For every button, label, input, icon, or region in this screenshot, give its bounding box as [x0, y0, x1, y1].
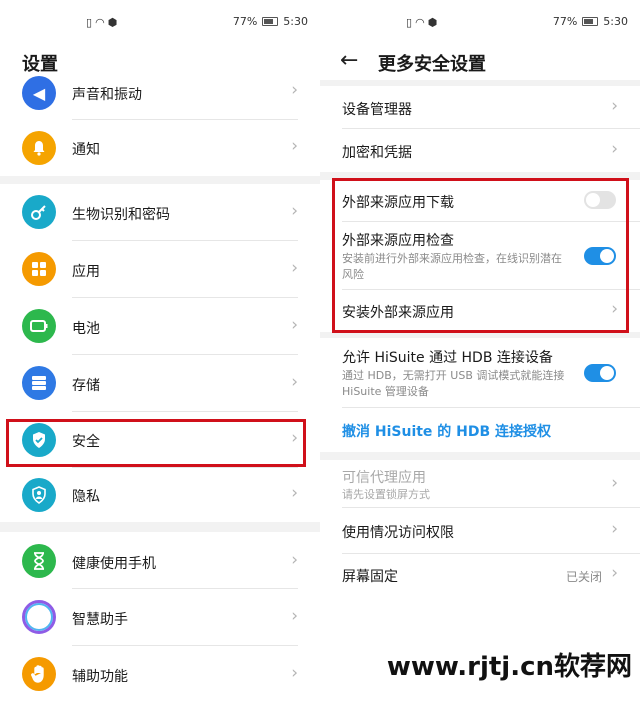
speaker-icon: ◀ [22, 76, 56, 110]
item-label: 隐私 [72, 489, 100, 505]
item-label: 电池 [72, 321, 100, 337]
highlight-box-security [6, 419, 306, 467]
chevron-right-icon: › [611, 96, 618, 116]
chevron-right-icon: › [611, 563, 618, 583]
revoke-hdb-link[interactable]: 撤消 HiSuite 的 HDB 连接授权 [342, 421, 551, 441]
chevron-right-icon: › [291, 136, 298, 156]
page-title: 更多安全设置 [378, 54, 486, 75]
sidebar-item-notification[interactable]: 通知 › [0, 120, 320, 176]
security-group-1: 设备管理器 › 加密和凭据 › [320, 86, 640, 172]
item-sublabel: 通过 HDB，无需打开 USB 调试模式就能连接 HiSuite 管理设备 [342, 369, 565, 398]
item-label: 生物识别和密码 [72, 207, 170, 223]
chevron-right-icon: › [291, 258, 298, 278]
chevron-right-icon: › [291, 315, 298, 335]
item-label: 屏幕固定 [342, 569, 398, 585]
wifi-icon: ◠ [95, 16, 105, 29]
key-icon [22, 195, 56, 229]
storage-icon [22, 366, 56, 400]
chevron-right-icon: › [611, 473, 618, 493]
usage-access-row[interactable]: 使用情况访问权限 › [320, 508, 640, 554]
revoke-hdb-row[interactable]: 撤消 HiSuite 的 HDB 连接授权 [320, 408, 640, 452]
hisuite-hdb-toggle[interactable] [584, 364, 616, 382]
item-sublabel: 请先设置锁屏方式 [342, 488, 430, 501]
settings-header: 设置 [0, 44, 320, 80]
security-group-3: 允许 HiSuite 通过 HDB 连接设备 通过 HDB，无需打开 USB 调… [320, 338, 640, 452]
sidebar-item-battery[interactable]: 电池 › [0, 298, 320, 355]
item-label: 设备管理器 [342, 102, 412, 118]
chevron-right-icon: › [291, 663, 298, 683]
page-title: 设置 [22, 54, 58, 75]
battery-percent: 77% [232, 15, 258, 28]
watermark: www.rjtj.cn软荐网 [386, 652, 632, 682]
hisuite-hdb-row[interactable]: 允许 HiSuite 通过 HDB 连接设备 通过 HDB，无需打开 USB 调… [320, 338, 640, 408]
status-bar: ▯ ◠ ⬢ 77% 5:30 [0, 0, 320, 44]
item-label: 存储 [72, 378, 100, 394]
sidebar-item-digital-balance[interactable]: 健康使用手机 › [0, 532, 320, 589]
sidebar-item-sound[interactable]: ◀ 声音和振动 › [0, 76, 320, 120]
battery-icon [262, 17, 279, 26]
device-manager-row[interactable]: 设备管理器 › [320, 86, 640, 129]
sim-icon: ▯ [406, 16, 413, 29]
shield-icon: ⬢ [107, 16, 118, 29]
item-label: 声音和振动 [72, 87, 142, 103]
clock: 5:30 [283, 15, 308, 28]
screen-pinning-row[interactable]: 屏幕固定 已关闭 › [320, 554, 640, 600]
chevron-right-icon: › [611, 139, 618, 159]
settings-group-2: 生物识别和密码 › 应用 › 电池 › 存储 › 安全 › 隐私 › [0, 184, 320, 522]
assistant-ring-icon [22, 600, 56, 634]
chevron-right-icon: › [291, 550, 298, 570]
chevron-right-icon: › [291, 201, 298, 221]
item-label: 智慧助手 [72, 612, 128, 628]
apps-grid-icon [22, 252, 56, 286]
item-label: 辅助功能 [72, 669, 128, 685]
more-security-panel: ▯ ◠ ⬢ 77% 5:30 ← 更多安全设置 设备管理器 › 加密和凭据 › … [320, 0, 640, 711]
item-label: 加密和凭据 [342, 145, 412, 161]
more-security-header: ← 更多安全设置 [320, 44, 640, 80]
chevron-right-icon: › [291, 483, 298, 503]
battery-icon [582, 17, 599, 26]
sim-icon: ▯ [86, 16, 93, 29]
battery-icon [22, 309, 56, 343]
settings-panel: ▯ ◠ ⬢ 77% 5:30 设置 ◀ 声音和振动 › 通知 › 生物识别和密码… [0, 0, 320, 711]
status-bar: ▯ ◠ ⬢ 77% 5:30 [320, 0, 640, 44]
hourglass-icon [22, 544, 56, 578]
sidebar-item-privacy[interactable]: 隐私 › [0, 468, 320, 522]
item-label: 应用 [72, 264, 100, 280]
shield-icon: ⬢ [427, 16, 438, 29]
chevron-right-icon: › [291, 80, 298, 100]
item-label: 健康使用手机 [72, 556, 156, 572]
chevron-right-icon: › [611, 519, 618, 539]
highlight-box-external-sources [332, 178, 629, 333]
security-group-4: 可信代理应用 请先设置锁屏方式 › 使用情况访问权限 › 屏幕固定 已关闭 › [320, 460, 640, 600]
wifi-icon: ◠ [415, 16, 425, 29]
sidebar-item-storage[interactable]: 存储 › [0, 355, 320, 412]
sidebar-item-biometrics[interactable]: 生物识别和密码 › [0, 184, 320, 241]
item-label: 通知 [72, 142, 100, 158]
sidebar-item-apps[interactable]: 应用 › [0, 241, 320, 298]
chevron-right-icon: › [291, 372, 298, 392]
back-arrow-icon[interactable]: ← [340, 50, 358, 72]
clock: 5:30 [603, 15, 628, 28]
battery-percent: 77% [552, 15, 578, 28]
screen-pinning-status: 已关闭 [565, 570, 602, 584]
settings-group-3: 健康使用手机 › 智慧助手 › 辅助功能 › [0, 532, 320, 711]
settings-group-1: ◀ 声音和振动 › 通知 › [0, 76, 320, 176]
sidebar-item-accessibility[interactable]: 辅助功能 › [0, 646, 320, 703]
privacy-icon [22, 478, 56, 512]
trusted-agents-row[interactable]: 可信代理应用 请先设置锁屏方式 › [320, 460, 640, 508]
encryption-row[interactable]: 加密和凭据 › [320, 129, 640, 172]
item-label: 可信代理应用 [342, 470, 426, 486]
bell-icon [22, 131, 56, 165]
sidebar-item-assistant[interactable]: 智慧助手 › [0, 589, 320, 646]
item-label: 允许 HiSuite 通过 HDB 连接设备 [342, 350, 553, 366]
item-label: 使用情况访问权限 [342, 525, 454, 541]
chevron-right-icon: › [291, 606, 298, 626]
hand-icon [22, 657, 56, 691]
